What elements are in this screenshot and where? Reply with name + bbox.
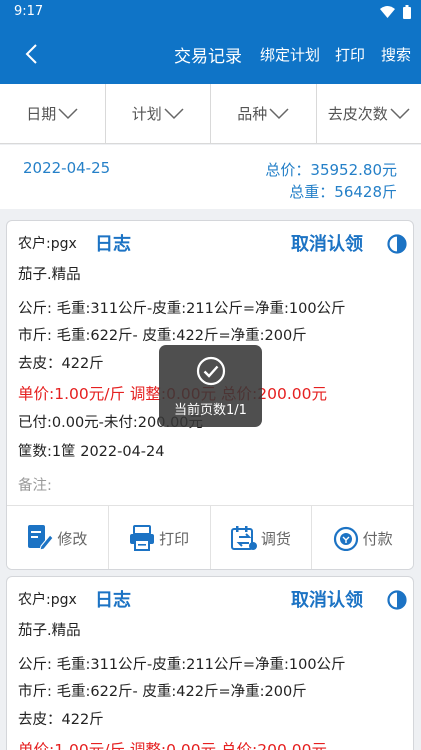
filter-date[interactable]: 日期 xyxy=(0,84,106,143)
page-title: 交易记录 xyxy=(174,47,242,67)
app-bar: 交易记录 绑定计划 打印 搜索 xyxy=(0,24,421,84)
print-label: 打印 xyxy=(159,529,190,548)
filter-label: 品种 xyxy=(237,105,268,123)
summary-total-price: 总价：35952.80元 xyxy=(265,161,397,179)
jin-weight-line: 市斤: 毛重:622斤- 皮重:422斤=净重:200斤 xyxy=(18,328,307,344)
note-line: 备注: xyxy=(18,478,52,494)
summary-panel: 2022-04-25 总价：35952.80元 总重：56428斤 xyxy=(0,145,421,209)
edit-label: 修改 xyxy=(57,529,88,548)
filter-label: 日期 xyxy=(26,105,57,123)
transfer-button[interactable]: 调货 xyxy=(211,506,313,569)
page-toast: 当前页数1/1 xyxy=(159,345,262,427)
bind-plan-button[interactable]: 绑定计划 xyxy=(260,44,320,65)
jin-weight-line: 市斤: 毛重:622斤- 皮重:422斤=净重:200斤 xyxy=(18,684,307,700)
farmer-label: 农户:pgx xyxy=(18,592,77,608)
kg-weight-line: 公斤: 毛重:311公斤-皮重:211公斤=净重:100公斤 xyxy=(18,657,346,673)
half-circle-icon[interactable] xyxy=(387,234,407,254)
baskets-date-line: 筐数:1筐 2022-04-24 xyxy=(18,444,165,460)
tare-line: 去皮：422斤 xyxy=(18,712,104,728)
product-name: 茄子.精品 xyxy=(18,623,81,639)
wifi-icon xyxy=(380,6,395,18)
cancel-claim-button[interactable]: 取消认领 xyxy=(291,586,363,612)
record-card: 农户:pgx 日志 取消认领 茄子.精品 公斤: 毛重:311公斤-皮重:211… xyxy=(6,576,414,750)
search-button[interactable]: 搜索 xyxy=(381,44,411,65)
tare-line: 去皮：422斤 xyxy=(18,356,104,372)
printer-icon xyxy=(130,525,155,551)
price-line: 单价:1.00元/斤 调整:0.00元 总价:200.00元 xyxy=(18,741,328,750)
log-link[interactable]: 日志 xyxy=(95,230,131,256)
filter-label: 计划 xyxy=(131,105,162,123)
cancel-claim-button[interactable]: 取消认领 xyxy=(291,230,363,256)
filter-bar: 日期 计划 品种 去皮次数 xyxy=(0,84,421,144)
status-icons xyxy=(380,5,411,19)
calendar-transfer-icon xyxy=(230,526,257,550)
status-bar: 9:17 xyxy=(0,0,421,24)
filter-tare-count[interactable]: 去皮次数 xyxy=(317,84,421,143)
status-time: 9:17 xyxy=(14,4,44,19)
chevron-down-icon xyxy=(58,107,78,119)
back-arrow-icon xyxy=(25,44,37,64)
filter-label: 去皮次数 xyxy=(327,105,388,123)
filter-plan[interactable]: 计划 xyxy=(106,84,211,143)
print-button[interactable]: 打印 xyxy=(335,44,365,65)
record-actions: 修改 打印 调货 付款 xyxy=(7,506,413,569)
chevron-down-icon xyxy=(269,107,289,119)
transfer-label: 调货 xyxy=(260,529,291,548)
money-bag-icon xyxy=(333,526,358,551)
log-link[interactable]: 日志 xyxy=(95,586,131,612)
edit-button[interactable]: 修改 xyxy=(7,506,109,569)
chevron-down-icon xyxy=(164,107,184,119)
farmer-label: 农户:pgx xyxy=(18,236,77,252)
toast-text: 当前页数1/1 xyxy=(174,403,247,418)
summary-date: 2022-04-25 xyxy=(23,159,111,177)
pay-label: 付款 xyxy=(362,529,393,548)
kg-weight-line: 公斤: 毛重:311公斤-皮重:211公斤=净重:100公斤 xyxy=(18,301,346,317)
print-record-button[interactable]: 打印 xyxy=(109,506,211,569)
pay-button[interactable]: 付款 xyxy=(312,506,413,569)
back-button[interactable] xyxy=(18,40,44,68)
edit-document-icon xyxy=(28,525,54,551)
check-circle-icon xyxy=(196,356,226,386)
chevron-down-icon xyxy=(390,107,410,119)
half-circle-icon[interactable] xyxy=(387,590,407,610)
battery-icon xyxy=(403,5,411,19)
product-name: 茄子.精品 xyxy=(18,267,81,283)
filter-variety[interactable]: 品种 xyxy=(211,84,317,143)
summary-total-weight: 总重：56428斤 xyxy=(289,183,397,201)
